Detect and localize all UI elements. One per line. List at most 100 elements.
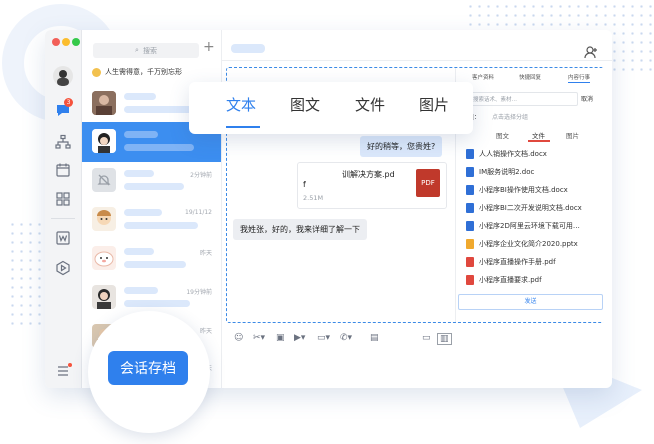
message-preview-placeholder [124,106,192,113]
message-preview-placeholder [124,144,194,151]
file-item[interactable]: 小程序直播要求.pdf [466,272,542,287]
contact-avatar [92,91,116,115]
conversation-time: 昨天 [199,250,212,257]
message-preview-placeholder [124,222,198,229]
contact-name-placeholder [124,131,158,138]
tab-file[interactable]: 文件 [355,94,385,115]
apps-grid-icon[interactable] [55,191,71,207]
subtab-rich-text[interactable]: 图文 [496,130,509,140]
file-item-name: IM服务说明2.doc [479,167,535,176]
screen-icon[interactable]: ▭ [422,333,431,343]
menu-notification-dot [68,363,72,367]
word-icon [466,220,474,231]
send-button[interactable]: 发送 [458,294,603,310]
message-preview-placeholder [124,300,190,307]
conversation-search-input[interactable]: ⌕ 搜索 [93,43,199,58]
group-select-hint[interactable]: 点击选择分组 [492,112,528,121]
subtab-image[interactable]: 图片 [566,130,579,140]
scissors-icon[interactable]: ✂▾ [253,333,265,343]
message-preview-placeholder [124,261,186,268]
search-icon: ⌕ [135,46,139,54]
tab-rich-text[interactable]: 图文 [290,94,320,115]
file-item-name: 人人销操作文档.docx [479,149,547,158]
file-item[interactable]: IM服务说明2.doc [466,164,534,179]
window-minimize-button[interactable] [62,38,70,46]
chat-header-divider [222,60,612,61]
conversation-time: 19分钟前 [186,289,212,296]
calendar-icon[interactable] [55,162,71,178]
word-app-icon[interactable] [55,230,71,246]
emoji-icon[interactable]: ☺ [234,333,243,343]
subtab-file[interactable]: 文件 [532,130,545,140]
pinned-text: 人生需得意，千万别忘形 [105,68,182,76]
pdf-icon [466,256,474,267]
search-cancel-button[interactable]: 取消 [581,94,593,103]
sidebar-rail: 3 [45,30,82,388]
contact-name-placeholder [124,93,156,100]
tab-content-library[interactable]: 内容行事 [568,73,590,81]
contact-avatar [92,285,116,309]
file-item-name: 小程序直播操作手册.pdf [479,257,556,266]
file-item[interactable]: 小程序2D阿里云环境下载可用… [466,218,580,233]
ppt-icon [466,238,474,249]
video-icon[interactable]: ▶▾ [294,333,305,343]
org-chart-icon[interactable] [55,134,71,150]
pinned-message: 人生需得意，千万别忘形 [92,67,182,77]
session-archive-badge[interactable]: 会话存档 [108,351,188,385]
right-panel: 客户资料 快捷回复 内容行事 搜索话术、素材… 取消 分组： 点击选择分组 图文… [455,68,604,322]
tab-image[interactable]: 图片 [419,94,449,115]
file-item[interactable]: 小程序BI操作使用文档.docx [466,182,568,197]
file-item-name: 小程序BI二次开发说明文档.docx [479,203,582,212]
window-maximize-button[interactable] [72,38,80,46]
feature-badge-circle: 会话存档 [88,311,210,433]
rail-divider [51,218,75,219]
conversation-time: 2分钟前 [190,172,212,179]
tab-text-underline [226,126,260,128]
decorative-dots-left [8,220,42,330]
image-icon[interactable]: ▣ [276,333,285,343]
add-conversation-button[interactable]: + [203,39,215,55]
tab-text[interactable]: 文本 [226,94,256,115]
tab-underline [568,82,590,83]
user-avatar[interactable] [53,66,73,86]
contact-name-placeholder [124,170,154,177]
file-item[interactable]: 小程序直播操作手册.pdf [466,254,556,269]
file-item-name: 小程序BI操作使用文档.docx [479,185,568,194]
file-item[interactable]: 人人销操作文档.docx [466,146,547,161]
play-app-icon[interactable] [55,260,71,276]
contact-avatar [92,129,116,153]
file-item-name: 小程序直播要求.pdf [479,275,542,284]
muted-group-avatar [92,168,116,192]
pdf-icon [466,274,474,285]
window-close-button[interactable] [52,38,60,46]
word-icon [466,148,474,159]
conversation-time: 19/11/12 [185,209,212,216]
contact-avatar [92,207,116,231]
conversation-time: 昨天 [199,328,212,335]
chat-record-icon[interactable]: ▤ [370,333,379,343]
layout-toggle-icon[interactable]: ▥ [437,333,452,345]
message-preview-placeholder [124,183,184,190]
content-search-placeholder: 搜索话术、素材… [473,97,518,103]
word-icon [466,184,474,195]
file-item[interactable]: 小程序企业文化简介2020.pptx [466,236,578,251]
tab-quick-reply[interactable]: 快捷回复 [519,73,541,81]
conversation-row[interactable]: 19/11/12 [82,200,221,240]
word-icon [466,166,474,177]
word-icon [466,202,474,213]
file-item-name: 小程序企业文化简介2020.pptx [479,239,578,248]
conversation-row[interactable]: 2分钟前 [82,161,221,201]
folder-icon[interactable]: ▭▾ [317,333,330,343]
chat-title-placeholder [231,44,265,53]
contact-avatar [92,246,116,270]
conversation-row[interactable]: 昨天 [82,239,221,279]
file-item[interactable]: 小程序BI二次开发说明文档.docx [466,200,582,215]
tab-customer-info[interactable]: 客户资料 [472,73,494,81]
file-item-name: 小程序2D阿里云环境下载可用… [479,221,580,230]
pin-avatar-icon [92,67,101,77]
contact-name-placeholder [124,287,158,294]
content-search-input[interactable]: 搜索话术、素材… [464,92,578,106]
phone-icon[interactable]: ✆▾ [340,333,352,343]
search-placeholder: 搜索 [142,46,157,55]
content-type-tabs: 文本 图文 文件 图片 [189,82,473,134]
